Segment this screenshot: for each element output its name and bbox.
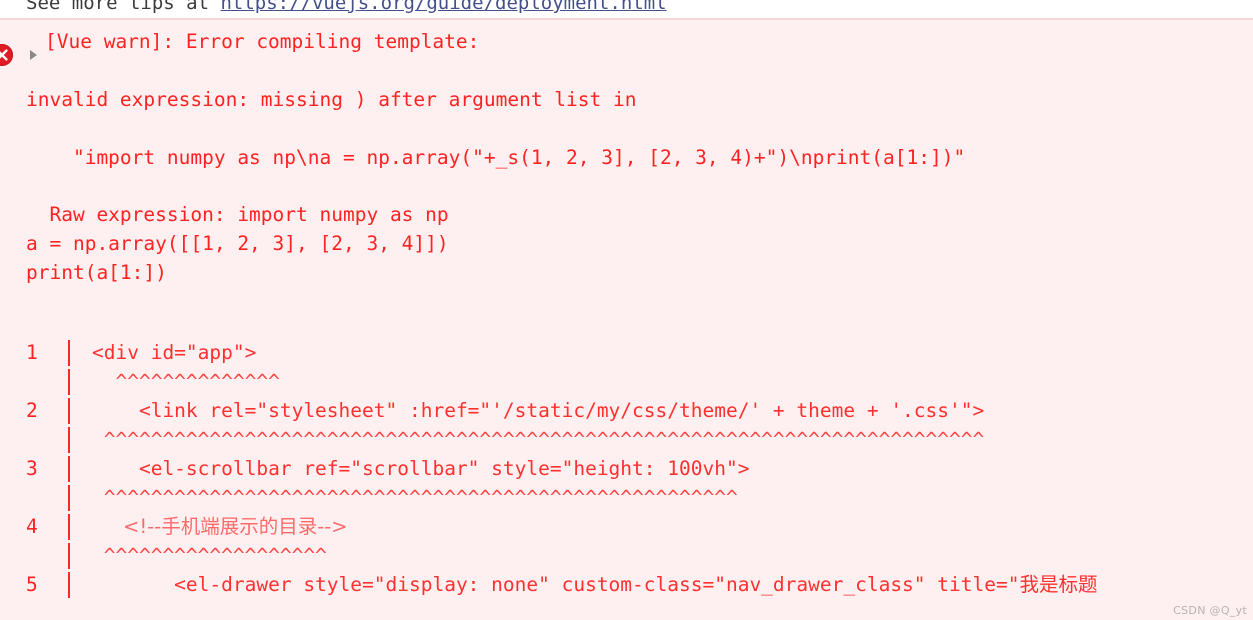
- caret-marks: ^^^^^^^^^^^^^^: [92, 370, 280, 393]
- code-text: <!--手机端展示的目录-->: [92, 515, 348, 538]
- clipped-previous-message: See more tips at https://vuejs.org/guide…: [0, 0, 1253, 18]
- gutter-bar: [68, 456, 70, 482]
- line-number: 4: [26, 515, 38, 538]
- gutter-bar: [68, 543, 70, 569]
- line-number: 1: [26, 341, 38, 364]
- invalid-expression-message: invalid expression: missing ) after argu…: [26, 88, 637, 111]
- gutter-bar: [68, 398, 70, 424]
- line-number: 3: [26, 457, 38, 480]
- code-text: <el-drawer style="display: none" custom-…: [92, 573, 1098, 596]
- deployment-docs-link[interactable]: https://vuejs.org/guide/deployment.html: [220, 0, 666, 14]
- caret-marks: ^^^^^^^^^^^^^^^^^^^^^^^^^^^^^^^^^^^^^^^^…: [92, 428, 985, 451]
- code-line: 3 <el-scrollbar ref="scrollbar" style="h…: [0, 454, 1253, 483]
- disclosure-triangle-collapsed-icon[interactable]: [30, 50, 37, 60]
- code-listing: 1 <div id="app"> ^^^^^^^^^^^^^^ 2 <link …: [0, 338, 1253, 599]
- code-text: <div id="app">: [92, 341, 257, 364]
- code-text: <link rel="stylesheet" :href="'/static/m…: [92, 399, 985, 422]
- clipped-message-prefix: See more tips at: [26, 0, 221, 14]
- line-number: 2: [26, 399, 38, 422]
- gutter-bar: [68, 514, 70, 540]
- offending-expression: "import numpy as np\na = np.array("+_s(1…: [26, 146, 966, 169]
- caret-marks: ^^^^^^^^^^^^^^^^^^^^^^^^^^^^^^^^^^^^^^^^…: [92, 486, 738, 509]
- caret-line: ^^^^^^^^^^^^^^^^^^^^^^^^^^^^^^^^^^^^^^^^…: [0, 425, 1253, 454]
- caret-marks: ^^^^^^^^^^^^^^^^^^^: [92, 544, 327, 567]
- code-line: 4 <!--手机端展示的目录-->: [0, 512, 1253, 541]
- gutter-bar: [68, 572, 70, 598]
- raw-expression-block: Raw expression: import numpy as np a = n…: [26, 203, 449, 284]
- code-line: 2 <link rel="stylesheet" :href="'/static…: [0, 396, 1253, 425]
- code-text: <el-scrollbar ref="scrollbar" style="hei…: [92, 457, 750, 480]
- gutter-bar: [68, 427, 70, 453]
- error-title: [Vue warn]: Error compiling template:: [45, 30, 480, 53]
- code-line: 5 <el-drawer style="display: none" custo…: [0, 570, 1253, 599]
- clipped-message-text: See more tips at https://vuejs.org/guide…: [26, 0, 667, 16]
- caret-line: ^^^^^^^^^^^^^^^^^^^^^^^^^^^^^^^^^^^^^^^^…: [0, 483, 1253, 512]
- gutter-bar: [68, 340, 70, 366]
- caret-line: ^^^^^^^^^^^^^^: [0, 367, 1253, 396]
- console-error-screenshot: See more tips at https://vuejs.org/guide…: [0, 0, 1253, 620]
- csdn-watermark: CSDN @Q_yt: [1173, 604, 1247, 617]
- caret-line: ^^^^^^^^^^^^^^^^^^^: [0, 541, 1253, 570]
- vue-warn-error-entry[interactable]: [Vue warn]: Error compiling template: in…: [0, 18, 1253, 620]
- error-circle-icon: [0, 44, 13, 66]
- line-number: 5: [26, 573, 38, 596]
- gutter-bar: [68, 485, 70, 511]
- gutter-bar: [68, 369, 70, 395]
- code-line: 1 <div id="app">: [0, 338, 1253, 367]
